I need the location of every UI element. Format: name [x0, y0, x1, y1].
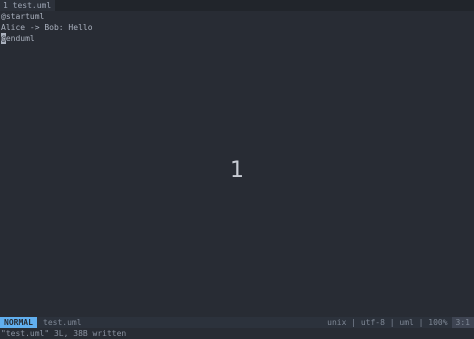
- statusline-file-info: unix | utf-8 | uml | 100%: [327, 318, 448, 327]
- statusline-filename: test.uml: [43, 318, 82, 327]
- buffer-line-3-text: enduml: [5, 34, 35, 43]
- statusline-right: unix | utf-8 | uml | 100% 3:1: [327, 317, 474, 328]
- buffer-line-1: @startuml: [1, 12, 45, 21]
- buffer-line-3: @enduml: [1, 33, 35, 44]
- statusline: NORMAL test.uml unix | utf-8 | uml | 100…: [0, 317, 474, 328]
- buffer-line-2: Alice -> Bob: Hello: [1, 23, 93, 32]
- command-line[interactable]: "test.uml" 3L, 38B written: [0, 328, 474, 339]
- statusline-position: 3:1: [451, 317, 474, 328]
- tab-test-uml[interactable]: 1 test.uml: [0, 0, 56, 11]
- mode-indicator: NORMAL: [0, 317, 37, 328]
- center-number-overlay: 1: [230, 158, 244, 183]
- editor-buffer[interactable]: @startuml Alice -> Bob: Hello @enduml 1: [0, 11, 474, 317]
- tabline: 1 test.uml: [0, 0, 474, 11]
